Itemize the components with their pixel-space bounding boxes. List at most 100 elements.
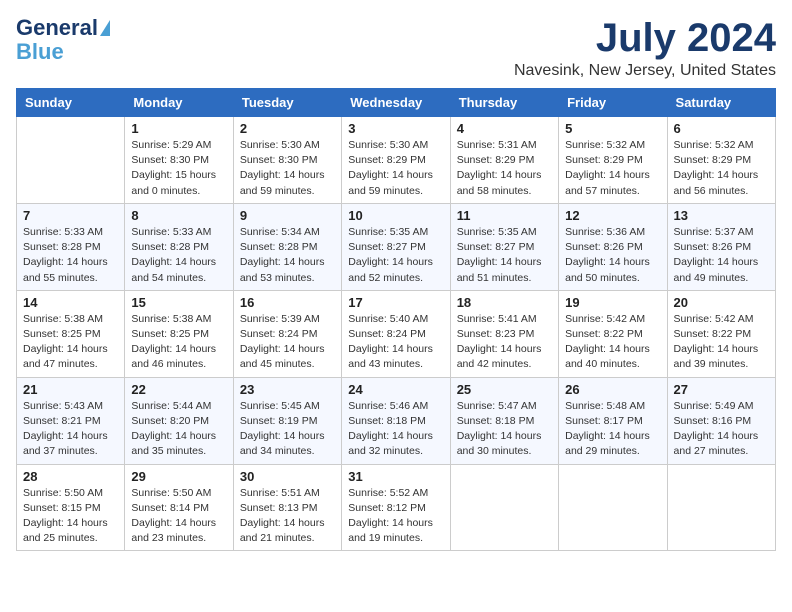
- calendar-header-cell: Thursday: [450, 89, 558, 117]
- day-number: 27: [674, 382, 769, 397]
- day-info: Sunrise: 5:36 AM Sunset: 8:26 PM Dayligh…: [565, 225, 660, 286]
- day-number: 10: [348, 208, 443, 223]
- calendar-cell: 6 Sunrise: 5:32 AM Sunset: 8:29 PM Daylig…: [667, 117, 775, 204]
- calendar-cell: 26 Sunrise: 5:48 AM Sunset: 8:17 PM Dayli…: [559, 377, 667, 464]
- calendar-table: SundayMondayTuesdayWednesdayThursdayFrid…: [16, 88, 776, 551]
- calendar-week-row: 1Sunrise: 5:29 AM Sunset: 8:30 PM Daylig…: [17, 117, 776, 204]
- calendar-cell: 8Sunrise: 5:33 AM Sunset: 8:28 PM Daylig…: [125, 203, 233, 290]
- calendar-header-cell: Monday: [125, 89, 233, 117]
- month-title: July 2024: [514, 16, 776, 60]
- day-number: 11: [457, 208, 552, 223]
- day-number: 5: [565, 121, 660, 136]
- calendar-cell: 24 Sunrise: 5:46 AM Sunset: 8:18 PM Dayli…: [342, 377, 450, 464]
- day-info: Sunrise: 5:44 AM Sunset: 8:20 PM Dayligh…: [131, 399, 226, 460]
- day-info: Sunrise: 5:50 AM Sunset: 8:14 PM Dayligh…: [131, 486, 226, 547]
- calendar-cell: 18Sunrise: 5:41 AM Sunset: 8:23 PM Dayli…: [450, 290, 558, 377]
- day-info: Sunrise: 5:50 AM Sunset: 8:15 PM Dayligh…: [23, 486, 118, 547]
- logo-general: General: [16, 16, 98, 40]
- calendar-header-cell: Wednesday: [342, 89, 450, 117]
- calendar-cell: 13Sunrise: 5:37 AM Sunset: 8:26 PM Dayli…: [667, 203, 775, 290]
- calendar-cell: 19 Sunrise: 5:42 AM Sunset: 8:22 PM Dayli…: [559, 290, 667, 377]
- calendar-cell: [450, 464, 558, 551]
- day-info: Sunrise: 5:29 AM Sunset: 8:30 PM Dayligh…: [131, 138, 226, 199]
- day-number: 21: [23, 382, 118, 397]
- location: Navesink, New Jersey, United States: [514, 62, 776, 80]
- day-info: Sunrise: 5:52 AM Sunset: 8:12 PM Dayligh…: [348, 486, 443, 547]
- calendar-cell: 7 Sunrise: 5:33 AM Sunset: 8:28 PM Daylig…: [17, 203, 125, 290]
- calendar-cell: 14 Sunrise: 5:38 AM Sunset: 8:25 PM Dayli…: [17, 290, 125, 377]
- day-info: Sunrise: 5:30 AM Sunset: 8:30 PM Dayligh…: [240, 138, 335, 199]
- calendar-cell: 10 Sunrise: 5:35 AM Sunset: 8:27 PM Dayli…: [342, 203, 450, 290]
- day-number: 24: [348, 382, 443, 397]
- calendar-week-row: 7 Sunrise: 5:33 AM Sunset: 8:28 PM Daylig…: [17, 203, 776, 290]
- day-number: 23: [240, 382, 335, 397]
- calendar-cell: 4 Sunrise: 5:31 AM Sunset: 8:29 PM Daylig…: [450, 117, 558, 204]
- day-number: 31: [348, 469, 443, 484]
- day-number: 25: [457, 382, 552, 397]
- calendar-cell: 5Sunrise: 5:32 AM Sunset: 8:29 PM Daylig…: [559, 117, 667, 204]
- calendar-cell: 22Sunrise: 5:44 AM Sunset: 8:20 PM Dayli…: [125, 377, 233, 464]
- day-number: 4: [457, 121, 552, 136]
- day-number: 18: [457, 295, 552, 310]
- calendar-header-row: SundayMondayTuesdayWednesdayThursdayFrid…: [17, 89, 776, 117]
- calendar-cell: 30Sunrise: 5:51 AM Sunset: 8:13 PM Dayli…: [233, 464, 341, 551]
- calendar-cell: 15Sunrise: 5:38 AM Sunset: 8:25 PM Dayli…: [125, 290, 233, 377]
- day-number: 2: [240, 121, 335, 136]
- day-number: 12: [565, 208, 660, 223]
- day-number: 16: [240, 295, 335, 310]
- day-number: 28: [23, 469, 118, 484]
- calendar-cell: 28 Sunrise: 5:50 AM Sunset: 8:15 PM Dayli…: [17, 464, 125, 551]
- day-info: Sunrise: 5:38 AM Sunset: 8:25 PM Dayligh…: [131, 312, 226, 373]
- day-info: Sunrise: 5:40 AM Sunset: 8:24 PM Dayligh…: [348, 312, 443, 373]
- day-number: 7: [23, 208, 118, 223]
- calendar-week-row: 14 Sunrise: 5:38 AM Sunset: 8:25 PM Dayli…: [17, 290, 776, 377]
- calendar-header-cell: Sunday: [17, 89, 125, 117]
- calendar-cell: [559, 464, 667, 551]
- calendar-cell: 21 Sunrise: 5:43 AM Sunset: 8:21 PM Dayli…: [17, 377, 125, 464]
- day-info: Sunrise: 5:51 AM Sunset: 8:13 PM Dayligh…: [240, 486, 335, 547]
- logo: General Blue: [16, 16, 110, 64]
- calendar-cell: 29 Sunrise: 5:50 AM Sunset: 8:14 PM Dayli…: [125, 464, 233, 551]
- day-number: 26: [565, 382, 660, 397]
- calendar-cell: 9Sunrise: 5:34 AM Sunset: 8:28 PM Daylig…: [233, 203, 341, 290]
- day-info: Sunrise: 5:32 AM Sunset: 8:29 PM Dayligh…: [674, 138, 769, 199]
- day-number: 19: [565, 295, 660, 310]
- calendar-cell: 25Sunrise: 5:47 AM Sunset: 8:18 PM Dayli…: [450, 377, 558, 464]
- day-info: Sunrise: 5:42 AM Sunset: 8:22 PM Dayligh…: [674, 312, 769, 373]
- calendar-header-cell: Saturday: [667, 89, 775, 117]
- day-info: Sunrise: 5:42 AM Sunset: 8:22 PM Dayligh…: [565, 312, 660, 373]
- day-number: 17: [348, 295, 443, 310]
- day-info: Sunrise: 5:38 AM Sunset: 8:25 PM Dayligh…: [23, 312, 118, 373]
- day-number: 3: [348, 121, 443, 136]
- calendar-cell: 3 Sunrise: 5:30 AM Sunset: 8:29 PM Daylig…: [342, 117, 450, 204]
- calendar-week-row: 28 Sunrise: 5:50 AM Sunset: 8:15 PM Dayli…: [17, 464, 776, 551]
- calendar-week-row: 21 Sunrise: 5:43 AM Sunset: 8:21 PM Dayli…: [17, 377, 776, 464]
- calendar-cell: 23 Sunrise: 5:45 AM Sunset: 8:19 PM Dayli…: [233, 377, 341, 464]
- calendar-cell: 12 Sunrise: 5:36 AM Sunset: 8:26 PM Dayli…: [559, 203, 667, 290]
- calendar-cell: 11Sunrise: 5:35 AM Sunset: 8:27 PM Dayli…: [450, 203, 558, 290]
- calendar-header-cell: Friday: [559, 89, 667, 117]
- day-number: 14: [23, 295, 118, 310]
- day-number: 20: [674, 295, 769, 310]
- day-number: 13: [674, 208, 769, 223]
- logo-blue: Blue: [16, 40, 64, 64]
- calendar-cell: 27Sunrise: 5:49 AM Sunset: 8:16 PM Dayli…: [667, 377, 775, 464]
- calendar-cell: [667, 464, 775, 551]
- day-info: Sunrise: 5:43 AM Sunset: 8:21 PM Dayligh…: [23, 399, 118, 460]
- page-header: General Blue July 2024 Navesink, New Jer…: [16, 16, 776, 80]
- day-info: Sunrise: 5:46 AM Sunset: 8:18 PM Dayligh…: [348, 399, 443, 460]
- calendar-cell: 20 Sunrise: 5:42 AM Sunset: 8:22 PM Dayli…: [667, 290, 775, 377]
- title-section: July 2024 Navesink, New Jersey, United S…: [514, 16, 776, 80]
- day-info: Sunrise: 5:31 AM Sunset: 8:29 PM Dayligh…: [457, 138, 552, 199]
- day-info: Sunrise: 5:48 AM Sunset: 8:17 PM Dayligh…: [565, 399, 660, 460]
- day-info: Sunrise: 5:35 AM Sunset: 8:27 PM Dayligh…: [348, 225, 443, 286]
- calendar-cell: 2 Sunrise: 5:30 AM Sunset: 8:30 PM Daylig…: [233, 117, 341, 204]
- calendar-cell: 17 Sunrise: 5:40 AM Sunset: 8:24 PM Dayli…: [342, 290, 450, 377]
- logo-triangle-icon: [100, 20, 110, 36]
- calendar-cell: 31 Sunrise: 5:52 AM Sunset: 8:12 PM Dayli…: [342, 464, 450, 551]
- day-number: 6: [674, 121, 769, 136]
- day-info: Sunrise: 5:45 AM Sunset: 8:19 PM Dayligh…: [240, 399, 335, 460]
- day-info: Sunrise: 5:33 AM Sunset: 8:28 PM Dayligh…: [23, 225, 118, 286]
- day-info: Sunrise: 5:30 AM Sunset: 8:29 PM Dayligh…: [348, 138, 443, 199]
- day-number: 29: [131, 469, 226, 484]
